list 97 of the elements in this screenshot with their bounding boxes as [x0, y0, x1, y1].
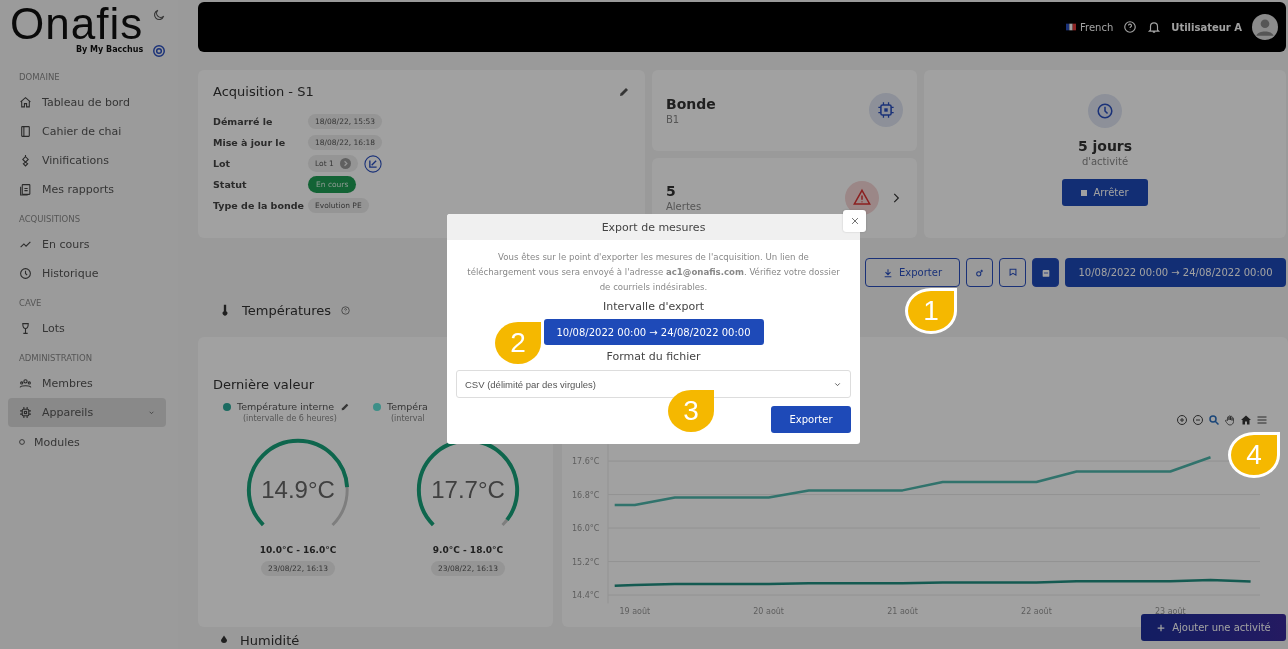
target-icon[interactable]	[152, 44, 166, 58]
hand-icon[interactable]	[1224, 414, 1236, 426]
search-icon[interactable]	[1208, 414, 1220, 426]
home-icon[interactable]	[1240, 414, 1252, 426]
pencil-icon[interactable]	[340, 401, 351, 412]
nav-item[interactable]: Lots	[8, 314, 166, 343]
alert-count: 5	[666, 183, 677, 200]
close-button[interactable]	[843, 210, 866, 232]
axis-label: 15.2°C	[572, 557, 600, 567]
date-range-button[interactable]: 10/08/2022 00:00 → 24/08/2022 00:00	[1065, 258, 1286, 287]
interval-note: (interval	[390, 414, 425, 423]
document-icon	[19, 183, 32, 196]
language-selector[interactable]: French	[1080, 21, 1114, 33]
stop-icon	[1081, 189, 1088, 196]
download-icon	[883, 267, 893, 278]
export-button[interactable]: Exporter	[865, 258, 960, 287]
section-heading: Températures	[242, 302, 332, 318]
flag-icon	[1007, 267, 1018, 278]
nav-item[interactable]: Tableau de bord	[8, 88, 166, 117]
zoom-in-icon[interactable]	[1176, 414, 1188, 426]
bell-icon[interactable]	[1147, 20, 1162, 34]
section-title: ADMINISTRATION	[18, 353, 94, 363]
sensor-button[interactable]	[966, 258, 993, 287]
card-title: Acquisition - S1	[213, 84, 314, 99]
gauge-value: 14.9°C	[261, 476, 335, 504]
chip-icon	[869, 93, 903, 128]
nav-subitem[interactable]: Modules	[8, 427, 166, 457]
card-subtitle: Alertes	[666, 201, 702, 213]
nav-item[interactable]: Mes rapports	[8, 175, 166, 204]
axis-label: 23 août	[1154, 607, 1186, 616]
axis-label: 19 août	[619, 607, 651, 616]
axis-label: 16.8°C	[572, 490, 600, 500]
nav-item[interactable]: En cours	[8, 230, 166, 259]
zoom-out-icon[interactable]	[1192, 414, 1204, 426]
drop-icon	[218, 634, 230, 646]
activity-label: d'activité	[1081, 156, 1129, 167]
calendar-icon	[1040, 267, 1051, 278]
chevron-right-icon	[339, 158, 351, 169]
flag-icon	[1066, 23, 1077, 31]
people-icon	[19, 377, 32, 390]
activity-duration: 5 jours	[1077, 138, 1133, 154]
pencil-icon[interactable]	[618, 85, 630, 98]
plus-icon	[1156, 622, 1167, 633]
section-title: ACQUISITIONS	[18, 214, 82, 224]
wine-glass-icon	[19, 322, 32, 335]
warning-icon	[845, 180, 879, 215]
section-title: DOMAINE	[18, 72, 61, 82]
export-submit-button[interactable]: Exporter	[771, 406, 851, 433]
logo-subtitle: By My Bacchus	[75, 45, 144, 54]
logo-wordmark: Onafis	[10, 4, 144, 44]
card-subtitle: B1	[666, 113, 681, 125]
field-label: Lot	[213, 158, 232, 169]
circle-icon	[18, 438, 26, 446]
gauge-range: 9.0°C - 18.0°C	[432, 545, 504, 555]
flag-button[interactable]	[999, 258, 1026, 287]
axis-label: 16.0°C	[572, 524, 600, 534]
field-label: Intervalle d'export	[602, 300, 705, 313]
axis-label: 14.4°C	[572, 591, 600, 601]
clock-icon	[19, 267, 32, 280]
notebook-icon	[19, 125, 32, 138]
axis-label: 22 août	[1021, 607, 1052, 616]
stop-button[interactable]: Arrêter	[1062, 179, 1148, 206]
card-title: Dernière valeur	[213, 377, 315, 392]
nav-item[interactable]: Historique	[8, 259, 166, 288]
calendar-button[interactable]	[1032, 258, 1059, 287]
home-icon	[19, 96, 32, 109]
gauge-range: 10.0°C - 16.0°C	[259, 545, 337, 555]
chip-icon	[19, 406, 32, 419]
add-activity-button[interactable]: Ajouter une activité	[1141, 614, 1286, 641]
field-label: Format du fichier	[606, 350, 701, 363]
field-label: Type de la bonde	[213, 200, 305, 211]
nav-item[interactable]: Cahier de chai	[8, 117, 166, 146]
dialog-message: Vous êtes sur le point d'exporter les mesures de l'acquisition. Un lien de téléchargement vous sera envoyé à l'adresse ac1@onafis.com. Vérifiez votre dossier de courriels indésirables.	[466, 251, 841, 294]
field-label: Statut	[213, 179, 248, 190]
axis-label: 20 août	[753, 607, 784, 616]
section-title: CAVE	[18, 298, 43, 308]
axis-label: 17.6°C	[572, 457, 600, 467]
avatar-icon[interactable]	[1252, 14, 1278, 40]
interval-note: (intervalle de 6 heures)	[242, 414, 337, 423]
date-range-button[interactable]: 10/08/2022 00:00 → 24/08/2022 00:00	[543, 319, 764, 345]
user-name[interactable]: Utilisateur A	[1171, 21, 1242, 33]
nav-item[interactable]: Membres	[8, 369, 166, 398]
gauge-value: 17.7°C	[431, 476, 505, 504]
step-marker: 1	[905, 288, 957, 334]
nav-item[interactable]: Vinifications	[8, 146, 166, 175]
field-label: Mise à jour le	[213, 137, 287, 148]
clock-icon	[1088, 94, 1122, 128]
close-icon	[849, 216, 860, 226]
nav-item[interactable]: Appareils	[8, 398, 166, 427]
moon-icon[interactable]	[152, 8, 166, 22]
section-heading: Humidité	[240, 632, 300, 648]
sensor-name: Tempéra	[387, 401, 428, 412]
sensor-name: Température interne	[237, 401, 335, 412]
axis-label: 21 août	[887, 607, 918, 616]
card-title: Bonde	[666, 95, 716, 112]
field-label: Démarré le	[213, 116, 274, 127]
format-dropdown[interactable]: CSV (délimité par des virgules)	[456, 370, 851, 398]
